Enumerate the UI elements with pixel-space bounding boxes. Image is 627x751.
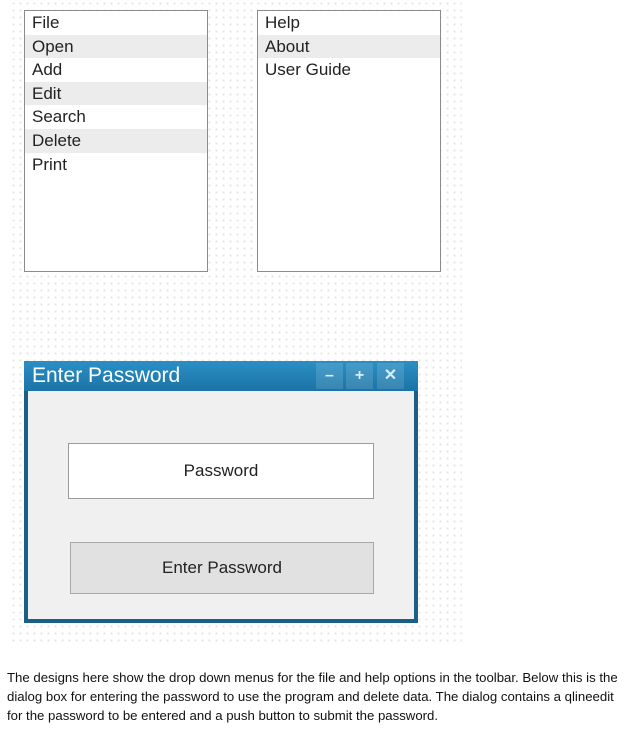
maximize-button[interactable]: + xyxy=(346,363,373,389)
enter-password-button[interactable]: Enter Password xyxy=(70,542,374,594)
password-dialog: Enter Password – + ✕ Password Enter Pass… xyxy=(24,361,418,623)
dialog-titlebar[interactable]: Enter Password – + ✕ xyxy=(24,361,418,391)
password-input[interactable]: Password xyxy=(68,443,374,499)
minimize-button[interactable]: – xyxy=(316,363,343,389)
menu-item-add[interactable]: Add xyxy=(25,58,207,82)
file-dropdown-menu: File Open Add Edit Search Delete Print xyxy=(24,10,208,272)
help-dropdown-menu: Help About User Guide xyxy=(257,10,441,272)
menu-item-help[interactable]: Help xyxy=(258,11,440,35)
close-button[interactable]: ✕ xyxy=(377,363,404,389)
menu-item-edit[interactable]: Edit xyxy=(25,81,207,106)
menu-item-search[interactable]: Search xyxy=(25,105,207,129)
dialog-title: Enter Password xyxy=(32,364,181,387)
menu-item-delete[interactable]: Delete xyxy=(25,128,207,153)
caption-text: The designs here show the drop down menu… xyxy=(7,670,618,723)
menu-item-file[interactable]: File xyxy=(25,11,207,35)
menu-item-print[interactable]: Print xyxy=(25,153,207,177)
menu-item-open[interactable]: Open xyxy=(25,34,207,59)
menu-item-user-guide[interactable]: User Guide xyxy=(258,58,440,82)
menu-item-about[interactable]: About xyxy=(258,34,440,59)
